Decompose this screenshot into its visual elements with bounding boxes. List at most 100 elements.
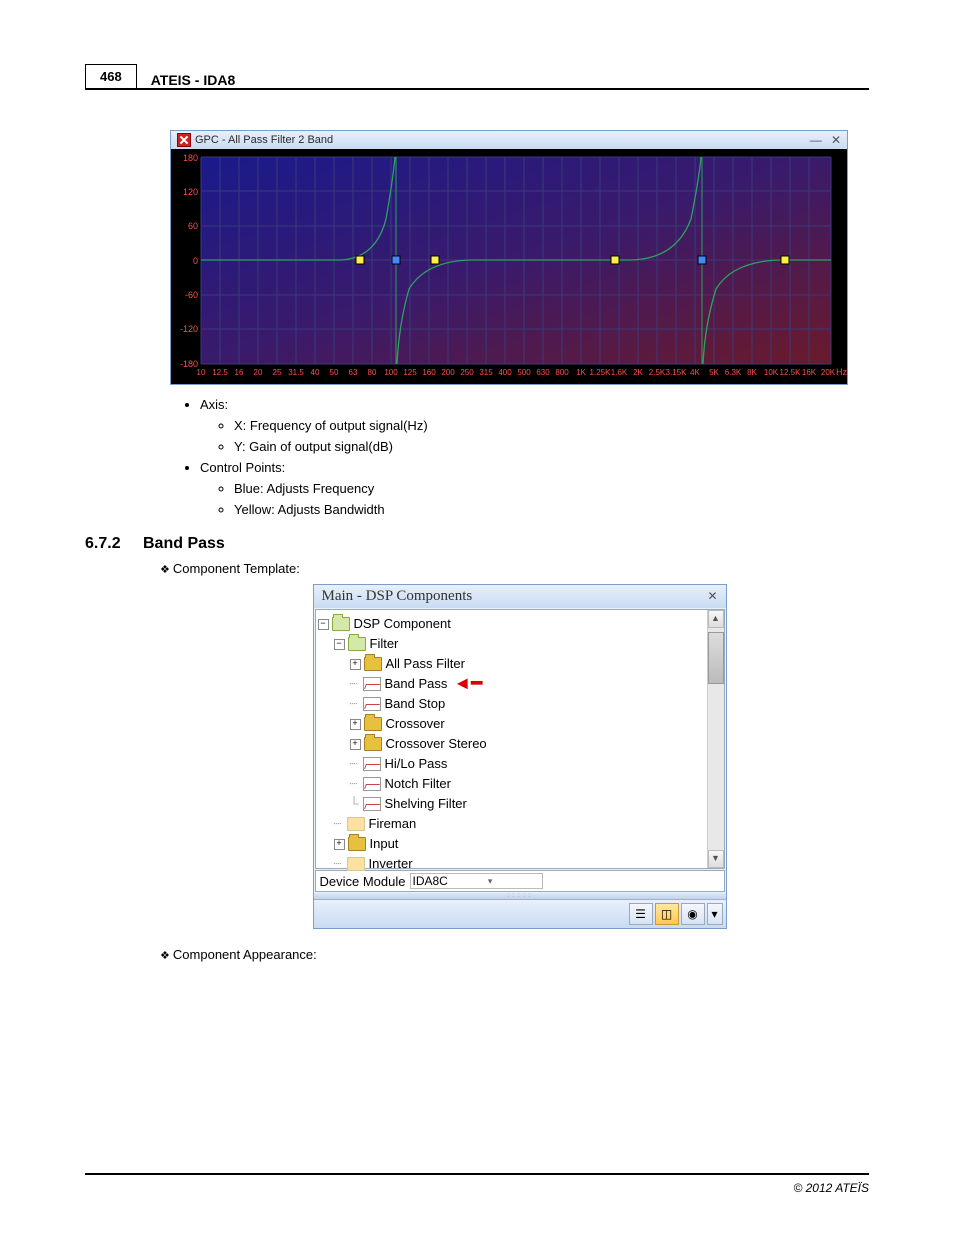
svg-text:50: 50 [330, 368, 339, 377]
folder-open-icon [348, 637, 366, 651]
tree-item-fireman[interactable]: ┈Fireman [318, 814, 705, 834]
svg-text:Hz: Hz [836, 367, 847, 377]
graph-body[interactable]: 180120600-60-120-180 1012.516202531.5405… [171, 149, 847, 384]
section-number: 6.7.2 [85, 535, 143, 553]
tree-close-icon[interactable]: ✕ [707, 589, 717, 604]
svg-text:40: 40 [311, 368, 320, 377]
scroll-thumb[interactable] [708, 632, 724, 684]
tree-item-bandpass[interactable]: ┈Band Pass◄━ [318, 674, 705, 694]
list-view-button[interactable]: ☰ [629, 903, 653, 925]
collapse-icon[interactable]: − [334, 639, 345, 650]
svg-text:63: 63 [349, 368, 358, 377]
tree-item-notch[interactable]: ┈Notch Filter [318, 774, 705, 794]
module-icon [347, 817, 365, 831]
label-component-template: Component Template: [160, 561, 869, 576]
settings-button[interactable]: ◉ [681, 903, 705, 925]
collapse-icon[interactable]: − [318, 619, 329, 630]
svg-text:1.6K: 1.6K [611, 368, 628, 377]
tree-list: −DSP Component −Filter +All Pass Filter … [316, 610, 707, 868]
bullet-axis: Axis: X: Frequency of output signal(Hz) … [200, 397, 869, 454]
svg-text:3.15K: 3.15K [666, 368, 688, 377]
svg-text:16K: 16K [802, 368, 817, 377]
expand-icon[interactable]: + [334, 839, 345, 850]
filter-icon [363, 757, 381, 771]
bullet-control-blue: Blue: Adjusts Frequency [234, 481, 869, 496]
expand-icon[interactable]: + [350, 739, 361, 750]
svg-text:1K: 1K [576, 368, 586, 377]
svg-text:-60: -60 [185, 290, 198, 300]
expand-icon[interactable]: + [350, 719, 361, 730]
svg-text:400: 400 [498, 368, 512, 377]
filter-icon [363, 697, 381, 711]
footer: © 2012 ATEÏS [85, 1173, 869, 1195]
device-module-select[interactable]: IDA8C [410, 873, 544, 889]
tree-title: Main - DSP Components [322, 588, 473, 605]
bullet-list: Axis: X: Frequency of output signal(Hz) … [170, 397, 869, 517]
svg-text:200: 200 [441, 368, 455, 377]
svg-text:-180: -180 [180, 359, 198, 369]
svg-text:180: 180 [183, 153, 198, 163]
folder-icon [348, 837, 366, 851]
tree-item-crossover-stereo[interactable]: +Crossover Stereo [318, 734, 705, 754]
bullet-control: Control Points: Blue: Adjusts Frequency … [200, 460, 869, 517]
arrow-indicator-icon: ◄━ [453, 673, 482, 693]
tree-item-crossover[interactable]: +Crossover [318, 714, 705, 734]
svg-text:500: 500 [517, 368, 531, 377]
bullet-axis-x: X: Frequency of output signal(Hz) [234, 418, 869, 433]
graph-titlebar: GPC - All Pass Filter 2 Band — ✕ [171, 131, 847, 149]
scroll-down-icon[interactable]: ▼ [708, 850, 724, 868]
scroll-up-icon[interactable]: ▲ [708, 610, 724, 628]
graph-title: GPC - All Pass Filter 2 Band [195, 134, 333, 146]
svg-text:10K: 10K [764, 368, 779, 377]
svg-text:16: 16 [235, 368, 244, 377]
svg-text:25: 25 [273, 368, 282, 377]
dropdown-button[interactable]: ▾ [707, 903, 723, 925]
page-number: 468 [85, 64, 137, 88]
tree-item-filter[interactable]: −Filter [318, 634, 705, 654]
tree-item-inverter[interactable]: ┈Inverter [318, 854, 705, 874]
svg-text:120: 120 [183, 187, 198, 197]
svg-text:-120: -120 [180, 324, 198, 334]
svg-text:12.5: 12.5 [212, 368, 228, 377]
tree-titlebar: Main - DSP Components ✕ [314, 585, 726, 608]
svg-text:0: 0 [193, 256, 198, 266]
svg-text:4K: 4K [690, 368, 700, 377]
scrollbar[interactable]: ▲ ▼ [707, 610, 724, 868]
folder-icon [364, 737, 382, 751]
svg-text:315: 315 [479, 368, 493, 377]
tree-item-hilopass[interactable]: ┈Hi/Lo Pass [318, 754, 705, 774]
graph-svg: 180120600-60-120-180 1012.516202531.5405… [171, 149, 847, 384]
tree-item-allpass[interactable]: +All Pass Filter [318, 654, 705, 674]
svg-text:5K: 5K [709, 368, 719, 377]
svg-text:125: 125 [403, 368, 417, 377]
tree-item-input[interactable]: +Input [318, 834, 705, 854]
svg-text:80: 80 [368, 368, 377, 377]
minimize-icon[interactable]: — [810, 133, 822, 147]
svg-text:630: 630 [536, 368, 550, 377]
svg-text:60: 60 [188, 221, 198, 231]
bullet-axis-y: Y: Gain of output signal(dB) [234, 439, 869, 454]
tree-toolbar: ☰ ◫ ◉ ▾ [314, 899, 726, 928]
svg-text:100: 100 [384, 368, 398, 377]
svg-text:20K: 20K [821, 368, 836, 377]
tree-item-bandstop[interactable]: ┈Band Stop [318, 694, 705, 714]
filter-icon [363, 797, 381, 811]
app-icon [177, 133, 191, 147]
bullet-control-yellow: Yellow: Adjusts Bandwidth [234, 502, 869, 517]
tree-item-shelving[interactable]: └Shelving Filter [318, 794, 705, 814]
graph-window: GPC - All Pass Filter 2 Band — ✕ 180 120 6… [170, 130, 848, 385]
svg-text:1.25K: 1.25K [590, 368, 612, 377]
folder-icon [364, 657, 382, 671]
svg-text:8K: 8K [747, 368, 757, 377]
tree-item-dsp-component[interactable]: −DSP Component [318, 614, 705, 634]
svg-text:2.5K: 2.5K [649, 368, 666, 377]
svg-text:6.3K: 6.3K [725, 368, 742, 377]
expand-icon[interactable]: + [350, 659, 361, 670]
section-title: Band Pass [143, 535, 225, 553]
svg-text:2K: 2K [633, 368, 643, 377]
close-icon[interactable]: ✕ [831, 133, 841, 147]
device-module-label: Device Module [320, 874, 406, 889]
doc-title: ATEIS - IDA8 [151, 72, 236, 88]
svg-text:10: 10 [197, 368, 206, 377]
component-view-button[interactable]: ◫ [655, 903, 679, 925]
